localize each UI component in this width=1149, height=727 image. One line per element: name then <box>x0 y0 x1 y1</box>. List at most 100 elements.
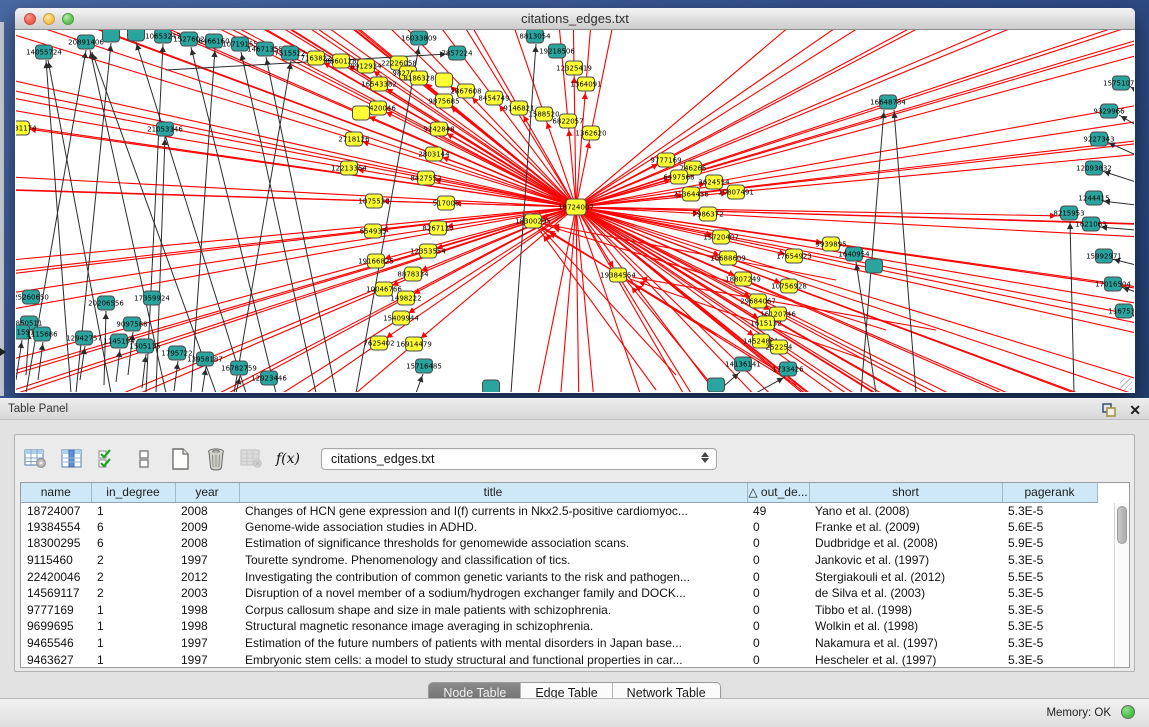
graph-node[interactable]: 3624554 <box>698 175 730 189</box>
column-header-pagerank[interactable]: pagerank <box>1002 483 1097 502</box>
delete-table-icon[interactable] <box>237 444 267 474</box>
graph-node[interactable]: 9097588 <box>116 317 147 331</box>
float-panel-icon[interactable] <box>1102 403 1117 417</box>
graph-node[interactable]: 8813054 <box>519 30 551 43</box>
table-row[interactable]: 946554611997Estimation of the future num… <box>21 635 1097 652</box>
table-row[interactable]: 911546021997Tourette syndrome. Phenomeno… <box>21 552 1097 569</box>
table-cell: 5.3E-5 <box>1002 618 1097 635</box>
canvas-resize-grip[interactable] <box>1120 378 1132 390</box>
table-cell: Franke et al. (2009) <box>809 519 1002 536</box>
graph-node[interactable]: 7857224 <box>441 46 473 60</box>
graph-node-label: 9329966 <box>1093 107 1125 115</box>
close-panel-icon[interactable]: ✕ <box>1129 401 1141 419</box>
table-row[interactable]: 946362711997Embryonic stem cells: a mode… <box>21 651 1097 668</box>
table-cell: 0 <box>747 568 809 585</box>
graph-node[interactable] <box>866 259 883 273</box>
table-cell: 0 <box>747 552 809 569</box>
graph-node[interactable]: 16914479 <box>396 337 432 351</box>
select-rows-icon[interactable] <box>93 444 123 474</box>
column-header-in_degree[interactable]: in_degree <box>91 483 175 502</box>
table-row[interactable]: 977716911998Corpus callosum shape and si… <box>21 602 1097 619</box>
table-cell: 2008 <box>175 502 239 519</box>
table-row[interactable]: 1872400712008Changes of HCN gene express… <box>21 502 1097 519</box>
table-row[interactable]: 2242004622012Investigating the contribut… <box>21 568 1097 585</box>
column-header-name[interactable]: name <box>21 483 91 502</box>
graph-node-label: 16648784 <box>870 98 906 106</box>
graph-node[interactable]: 1362620 <box>575 126 606 140</box>
table-selector-dropdown[interactable]: citations_edges.txt <box>321 448 717 470</box>
minimize-window-button[interactable] <box>43 13 55 25</box>
table-panel-title: Table Panel <box>8 403 68 415</box>
panel-resize-marker[interactable] <box>0 348 6 356</box>
table-cell: 1 <box>91 502 175 519</box>
show-columns-icon[interactable] <box>57 444 87 474</box>
table-scrollbar[interactable] <box>1114 503 1129 668</box>
graph-node-label: 10756928 <box>771 282 807 290</box>
table-cell: 0 <box>747 651 809 668</box>
graph-node-label: 2718126 <box>338 135 370 143</box>
graph-node[interactable]: 1621063 <box>1075 217 1106 231</box>
graph-node[interactable] <box>353 106 370 120</box>
graph-node[interactable]: 14136141 <box>725 357 761 371</box>
table-cell: Changes of HCN gene expression and I(f) … <box>239 502 747 519</box>
table-cell: 9115460 <box>21 552 91 569</box>
table-settings-icon[interactable] <box>21 444 51 474</box>
graph-node[interactable]: 21364436 <box>673 187 709 201</box>
graph-node-label: 8878334 <box>397 270 429 278</box>
table-row[interactable]: 1938455462009Genome-wide association stu… <box>21 519 1097 536</box>
table-row[interactable]: 969969511998Structural magnetic resonanc… <box>21 618 1097 635</box>
graph-node[interactable]: 19218506 <box>539 44 575 58</box>
table-row[interactable]: 1830029562008Estimation of significance … <box>21 535 1097 552</box>
column-header-title[interactable]: title <box>239 483 747 502</box>
graph-node[interactable]: 8215953 <box>1053 206 1084 220</box>
column-header-out_de[interactable]: △ out_de... <box>747 483 809 502</box>
desktop-background: citations_edges.txt 18300295193845549777… <box>0 0 1149 398</box>
graph-node[interactable]: 20206556 <box>88 296 124 310</box>
graph-node[interactable] <box>436 73 453 87</box>
graph-node[interactable] <box>708 378 725 392</box>
new-column-icon[interactable] <box>165 444 195 474</box>
zoom-window-button[interactable] <box>62 13 74 25</box>
graph-node[interactable]: 15751074 <box>1103 76 1134 90</box>
close-window-button[interactable] <box>24 13 36 25</box>
graph-node[interactable]: 14055724 <box>26 45 62 59</box>
scrollbar-thumb[interactable] <box>1117 506 1127 544</box>
table-cell: 5.3E-5 <box>1002 602 1097 619</box>
graph-node[interactable]: 17359924 <box>134 291 170 305</box>
graph-node[interactable]: 1167533 <box>1108 304 1134 318</box>
graph-node-label: 20891406 <box>68 38 104 46</box>
column-header-year[interactable]: year <box>175 483 239 502</box>
network-canvas[interactable]: 1830029519384554977716974626664975683624… <box>16 30 1134 392</box>
graph-node[interactable] <box>483 380 500 392</box>
graph-node[interactable]: 16033809 <box>401 31 437 45</box>
graph-node-label: 1075530 <box>358 197 389 205</box>
graph-node[interactable]: 12923446 <box>251 371 287 385</box>
graph-node[interactable]: 2867608 <box>450 84 481 98</box>
graph-node[interactable]: 8267130 <box>422 221 453 235</box>
graph-node[interactable]: 7625402 <box>363 336 394 350</box>
graph-node[interactable]: 654935 <box>360 224 387 238</box>
graph-node[interactable]: 8454749 <box>478 91 509 105</box>
graph-node[interactable]: 517006 <box>433 196 460 210</box>
graph-node[interactable]: 15409944 <box>383 311 419 325</box>
graph-node[interactable] <box>103 30 120 42</box>
graph-node[interactable] <box>128 30 145 41</box>
table-cell: 1998 <box>175 618 239 635</box>
graph-node[interactable]: 9875685 <box>428 94 459 108</box>
column-header-short[interactable]: short <box>809 483 1002 502</box>
graph-node-label: 654935 <box>360 227 387 235</box>
graph-node[interactable]: 1244415 <box>1078 191 1109 205</box>
delete-column-icon[interactable] <box>201 444 231 474</box>
graph-node-label: 9242848 <box>423 125 454 133</box>
graph-node[interactable]: 16782759 <box>221 361 257 375</box>
table-cell: 0 <box>747 635 809 652</box>
window-titlebar[interactable]: citations_edges.txt <box>15 8 1135 30</box>
table-cell: 1 <box>91 635 175 652</box>
graph-node[interactable]: 15716485 <box>406 359 442 373</box>
graph-node[interactable]: 2031174 <box>16 121 37 135</box>
function-builder-icon[interactable]: f(x) <box>273 444 303 474</box>
table-cell: Estimation of the future numbers of pati… <box>239 635 747 652</box>
table-row[interactable]: 1456911722003Disruption of a novel membe… <box>21 585 1097 602</box>
row-options-icon[interactable] <box>129 444 159 474</box>
graph-node-label: 9097588 <box>116 320 147 328</box>
